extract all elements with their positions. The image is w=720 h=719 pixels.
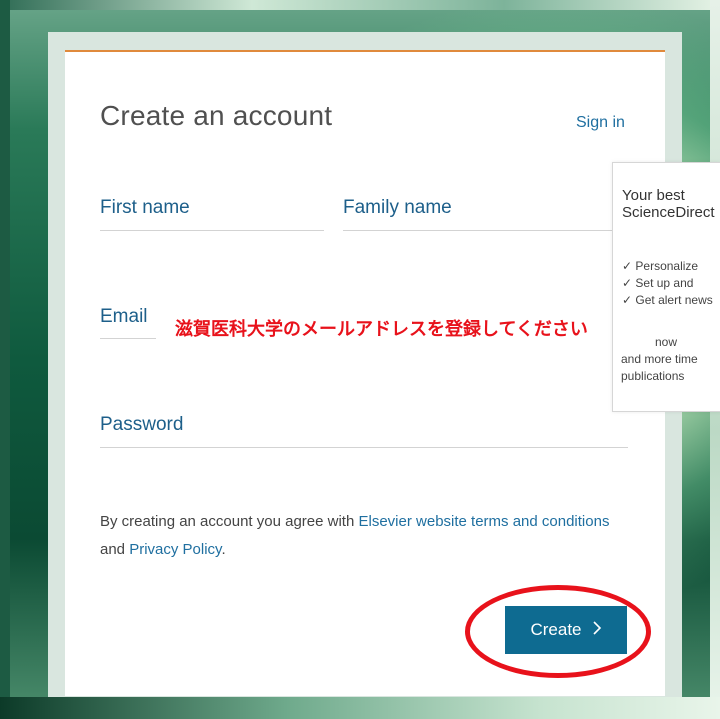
email-underline[interactable] — [100, 338, 156, 339]
promo-para-line1: now — [655, 335, 678, 349]
family-name-underline[interactable] — [343, 230, 613, 231]
first-name-underline[interactable] — [100, 230, 324, 231]
privacy-link[interactable]: Privacy Policy — [129, 541, 221, 558]
page-title: Create an account — [100, 100, 333, 131]
annotation-text: 滋賀医科大学のメールアドレスを登録してください — [175, 319, 588, 340]
promo-item: ✓ Get alert news — [622, 293, 713, 307]
first-name-label: First name — [100, 197, 190, 218]
promo-para-line2: and more time — [621, 352, 698, 366]
signin-link[interactable]: Sign in — [576, 114, 625, 132]
promo-title-line1: Your best — [622, 187, 685, 204]
terms-prefix: By creating an account you agree with — [100, 513, 359, 530]
promo-para-line3: publications — [621, 369, 685, 383]
family-name-label: Family name — [343, 197, 452, 218]
promo-panel: Your best ScienceDirect ✓ Personalize ✓ … — [612, 162, 720, 412]
password-label: Password — [100, 414, 184, 435]
password-underline[interactable] — [100, 447, 628, 448]
promo-item: ✓ Personalize — [622, 259, 699, 273]
promo-title-line2: ScienceDirect — [622, 204, 715, 221]
terms-and: and — [100, 541, 130, 558]
promo-item: ✓ Set up and — [622, 276, 694, 290]
terms-text: By creating an account you agree with El… — [100, 508, 630, 564]
frame-left — [0, 0, 10, 719]
frame-top — [0, 0, 720, 10]
terms-link[interactable]: Elsevier website terms and conditions — [359, 513, 610, 530]
highlight-ellipse — [465, 585, 651, 678]
frame-bottom — [0, 697, 720, 719]
email-label: Email — [100, 306, 148, 327]
terms-suffix: . — [221, 541, 226, 558]
